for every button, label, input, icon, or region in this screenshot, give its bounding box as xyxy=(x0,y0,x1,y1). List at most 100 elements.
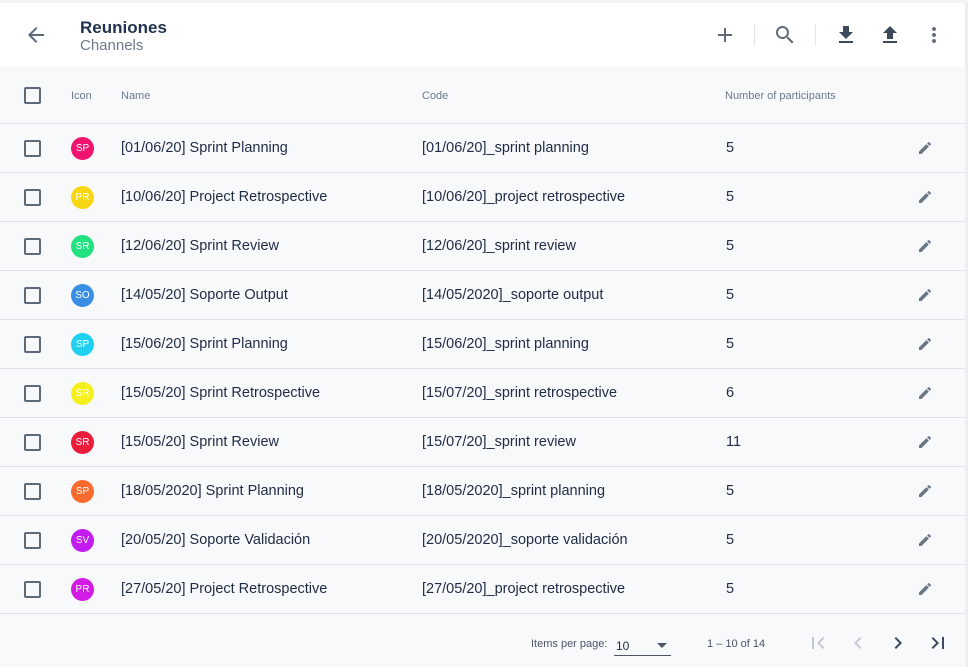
channel-avatar: SP xyxy=(71,137,94,160)
pencil-icon xyxy=(919,435,932,448)
channel-avatar: SR xyxy=(71,431,94,454)
channel-avatar: SV xyxy=(71,529,94,552)
title-block: Reuniones Channels xyxy=(80,18,167,54)
row-checkbox[interactable] xyxy=(24,434,41,451)
row-checkbox[interactable] xyxy=(24,238,41,255)
cell-code: [01/06/20]_sprint planning xyxy=(422,140,589,156)
toolbar-divider xyxy=(815,24,816,46)
row-checkbox[interactable] xyxy=(24,287,41,304)
toolbar-divider xyxy=(754,24,755,46)
edit-button[interactable] xyxy=(917,140,933,156)
search-button[interactable] xyxy=(773,23,797,47)
table-row[interactable]: SP [15/06/20] Sprint Planning [15/06/20]_s… xyxy=(0,320,965,369)
cell-participants: 11 xyxy=(726,434,742,450)
add-button[interactable] xyxy=(713,23,737,47)
previous-page-button[interactable] xyxy=(846,631,870,655)
cell-participants: 5 xyxy=(726,581,735,597)
channel-avatar: SO xyxy=(71,284,94,307)
channel-avatar: SP xyxy=(71,480,94,503)
cell-name: [15/05/20] Sprint Review xyxy=(121,434,279,450)
cell-code: [15/06/20]_sprint planning xyxy=(422,336,589,352)
cell-code: [12/06/20]_sprint review xyxy=(422,238,576,254)
pencil-icon xyxy=(919,190,932,203)
cell-participants: 5 xyxy=(726,140,735,156)
channel-avatar: PR xyxy=(71,186,94,209)
table-row[interactable]: SV [20/05/20] Soporte Validación [20/05/20… xyxy=(0,516,965,565)
chevron-left-icon xyxy=(854,637,862,649)
table-row[interactable]: SP [18/05/2020] Sprint Planning [18/05/202… xyxy=(0,467,965,516)
channel-avatar: SR xyxy=(71,382,94,405)
arrow-back-icon xyxy=(28,27,44,43)
pencil-icon xyxy=(919,533,932,546)
app-frame: Reuniones Channels Icon Name Code Number… xyxy=(0,3,968,667)
first-page-button[interactable] xyxy=(806,631,830,655)
table-row[interactable]: SR [15/05/20] Sprint Review [15/07/20]_spr… xyxy=(0,418,965,467)
cell-name: [27/05/20] Project Retrospective xyxy=(121,581,328,597)
cell-name: [10/06/20] Project Retrospective xyxy=(121,189,328,205)
upload-icon xyxy=(883,26,897,43)
cell-name: [15/05/20] Sprint Retrospective xyxy=(121,385,321,401)
channel-avatar: SP xyxy=(71,333,94,356)
cell-code: [27/05/20]_project retrospective xyxy=(422,581,626,597)
row-checkbox[interactable] xyxy=(24,140,41,157)
edit-button[interactable] xyxy=(917,434,933,450)
edit-button[interactable] xyxy=(917,581,933,597)
page-range-label: 1 – 10 of 14 xyxy=(707,638,766,650)
pencil-icon xyxy=(919,484,932,497)
edit-button[interactable] xyxy=(917,483,933,499)
more-vert-icon xyxy=(932,27,936,43)
paginator: Items per page: 10 1 – 10 of 14 xyxy=(0,614,965,667)
pencil-icon xyxy=(919,582,932,595)
pencil-icon xyxy=(919,288,932,301)
cell-participants: 5 xyxy=(726,532,735,548)
page-title: Reuniones xyxy=(80,18,167,37)
download-button[interactable] xyxy=(834,23,858,47)
edit-button[interactable] xyxy=(917,532,933,548)
page-subtitle: Channels xyxy=(80,37,144,54)
cell-participants: 5 xyxy=(726,336,735,352)
select-all-checkbox[interactable] xyxy=(24,87,41,104)
download-icon xyxy=(839,26,853,43)
edit-button[interactable] xyxy=(917,336,933,352)
column-header-name[interactable]: Name xyxy=(121,90,150,102)
edit-button[interactable] xyxy=(917,189,933,205)
table-row[interactable]: SR [12/06/20] Sprint Review [12/06/20]_spr… xyxy=(0,222,965,271)
row-checkbox[interactable] xyxy=(24,581,41,598)
cell-code: [15/07/20]_sprint retrospective xyxy=(422,385,618,401)
channel-avatar: SR xyxy=(71,235,94,258)
edit-button[interactable] xyxy=(917,238,933,254)
table-row[interactable]: PR [10/06/20] Project Retrospective [10/06… xyxy=(0,173,965,222)
cell-code: [15/07/20]_sprint review xyxy=(422,434,576,450)
table-row[interactable]: SP [01/06/20] Sprint Planning [01/06/20]_s… xyxy=(0,124,965,173)
table-row[interactable]: PR [27/05/20] Project Retrospective [27/05… xyxy=(0,565,965,614)
items-per-page-label: Items per page: xyxy=(531,638,608,650)
column-header-participants[interactable]: Number of participants xyxy=(725,90,836,102)
more-options-button[interactable] xyxy=(922,23,946,47)
next-page-button[interactable] xyxy=(886,631,910,655)
table-row[interactable]: SO [14/05/20] Soporte Output [14/05/2020]_… xyxy=(0,271,965,320)
last-page-button[interactable] xyxy=(926,631,950,655)
cell-code: [20/05/2020]_soporte validación xyxy=(422,532,628,548)
last-page-icon xyxy=(931,637,944,649)
cell-code: [10/06/20]_project retrospective xyxy=(422,189,626,205)
row-checkbox[interactable] xyxy=(24,483,41,500)
cell-name: [15/06/20] Sprint Planning xyxy=(121,336,288,352)
column-header-code[interactable]: Code xyxy=(422,90,448,102)
row-checkbox[interactable] xyxy=(24,189,41,206)
row-checkbox[interactable] xyxy=(24,336,41,353)
row-checkbox[interactable] xyxy=(24,385,41,402)
cell-participants: 5 xyxy=(726,287,735,303)
row-checkbox[interactable] xyxy=(24,532,41,549)
pencil-icon xyxy=(919,239,932,252)
back-button[interactable] xyxy=(24,23,48,47)
first-page-icon xyxy=(812,637,825,649)
edit-button[interactable] xyxy=(917,385,933,401)
items-per-page-select[interactable]: 10 xyxy=(614,633,671,656)
cell-name: [20/05/20] Soporte Validación xyxy=(121,532,311,548)
search-icon xyxy=(776,26,794,44)
upload-button[interactable] xyxy=(878,23,902,47)
table-row[interactable]: SR [15/05/20] Sprint Retrospective [15/07/… xyxy=(0,369,965,418)
plus-icon xyxy=(718,28,732,42)
edit-button[interactable] xyxy=(917,287,933,303)
table-body: SP [01/06/20] Sprint Planning [01/06/20]_s… xyxy=(0,124,965,614)
